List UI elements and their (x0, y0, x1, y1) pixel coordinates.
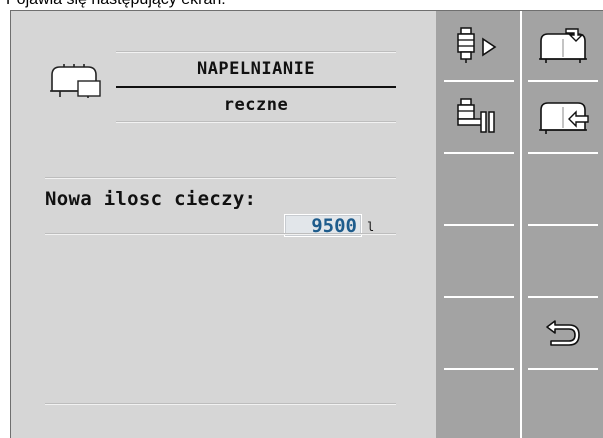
back-button[interactable] (522, 298, 603, 366)
tank-fill-top-button[interactable] (522, 11, 603, 79)
unit-label: l (367, 220, 375, 234)
panel-line-3 (444, 152, 514, 154)
panel-line-4 (528, 152, 598, 154)
separator-bottom (45, 403, 396, 404)
panel-line-7 (444, 296, 514, 298)
tank-container-icon (50, 64, 101, 98)
back-arrow-icon (546, 320, 580, 346)
page-caption: Pojawia się następujący ekran: (6, 0, 226, 9)
fill-valve-pause-button[interactable] (436, 82, 520, 150)
separator-field-bottom (45, 233, 396, 234)
separator-subtitle (116, 121, 396, 122)
valve-play-icon (457, 27, 497, 63)
terminal-screen: NAPELNIANIE reczne Nowa ilosc cieczy: 95… (10, 10, 603, 438)
screen-title: NAPELNIANIE (196, 59, 316, 79)
tank-fill-top-icon (539, 28, 587, 63)
separator-field-top (45, 177, 396, 178)
field-label: Nowa ilosc cieczy: (45, 188, 257, 210)
separator-top (116, 51, 396, 52)
tank-fill-side-icon (539, 102, 589, 134)
softkey-panel (436, 11, 603, 438)
screen-subtitle: reczne (223, 95, 289, 115)
panel-line-10 (528, 368, 598, 370)
fill-valve-start-button[interactable] (436, 11, 520, 79)
panel-line-9 (444, 368, 514, 370)
panel-line-5 (444, 224, 514, 226)
tank-fill-side-button[interactable] (522, 82, 603, 150)
valve-pause-icon (457, 98, 495, 133)
title-divider (116, 86, 396, 88)
panel-line-6 (528, 224, 598, 226)
